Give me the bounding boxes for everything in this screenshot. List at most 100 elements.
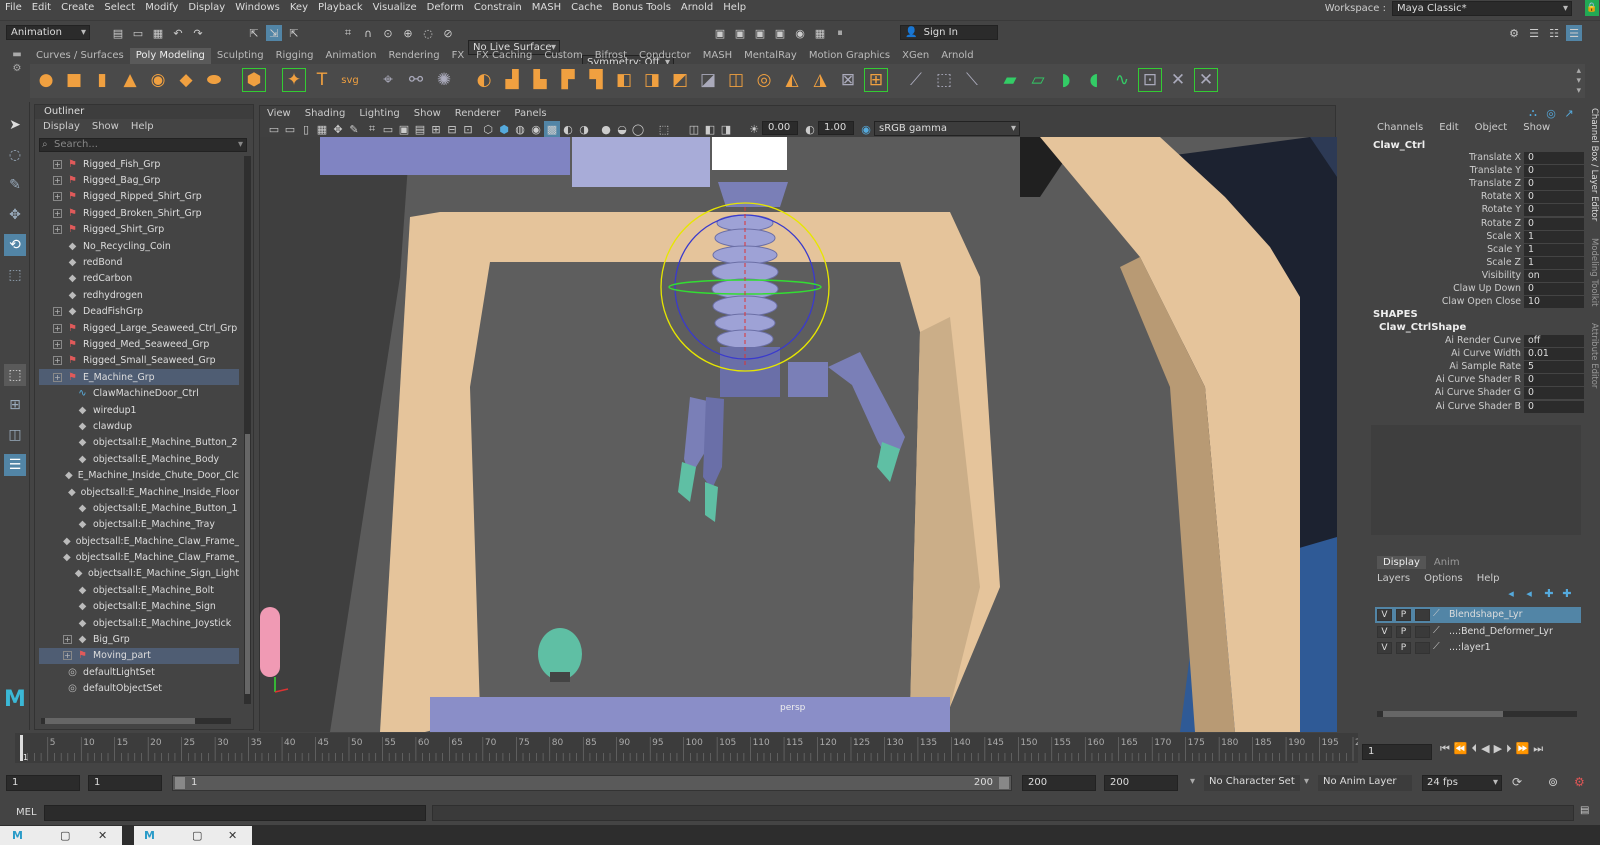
channel-row[interactable]: Translate X0 [1369, 152, 1587, 165]
play-forward-icon[interactable]: ▶ [1494, 742, 1502, 756]
hypershade-icon[interactable]: ◉ [792, 25, 808, 41]
outliner-item[interactable]: + ◆ Big_Grp [39, 631, 239, 647]
step-forward-frame-icon[interactable]: ⏵ [1506, 742, 1512, 756]
display-type-toggle[interactable] [1415, 642, 1430, 654]
preferences-icon[interactable]: ⚙ [1574, 775, 1585, 789]
pause-icon[interactable]: ⏸ [832, 25, 848, 41]
gamma-field[interactable]: 1.00 [818, 121, 854, 135]
shelf-tab-rigging[interactable]: Rigging [270, 48, 320, 64]
viewport-menu-lighting[interactable]: Lighting [359, 106, 399, 121]
expand-icon[interactable]: + [53, 323, 62, 333]
colorspace-dropdown[interactable]: sRGB gamma [874, 121, 1020, 136]
outliner-item[interactable]: ◆ E_Machine_Inside_Chute_Door_Clc [39, 467, 239, 483]
move-tool-icon[interactable]: ✥ [4, 204, 26, 226]
delete-edge-icon[interactable]: ✕ [1194, 68, 1218, 92]
outliner-item[interactable]: ◆ objectsall:E_Machine_Claw_Frame_ [39, 533, 239, 549]
layer-menu-help[interactable]: Help [1477, 573, 1500, 584]
shelf-tab-fx[interactable]: FX [446, 48, 471, 64]
select-hierarchy-icon[interactable]: ⇱ [246, 25, 262, 41]
outliner-vertical-scrollbar[interactable] [244, 156, 251, 704]
command-input[interactable] [44, 805, 426, 821]
scrollbar-thumb[interactable] [45, 718, 195, 724]
channel-value[interactable]: 1 [1524, 256, 1584, 269]
new-layer-icon[interactable]: ✚ [1541, 585, 1557, 601]
shelf-tab-custom[interactable]: Custom [538, 48, 588, 64]
anim-layer-field[interactable]: No Anim Layer [1318, 775, 1412, 791]
soft-select-icon[interactable]: ⬚ [932, 68, 956, 92]
fill-hole-icon[interactable]: ◨ [640, 68, 664, 92]
outliner-menu-display[interactable]: Display [43, 119, 80, 135]
side-tab[interactable]: Modeling Toolkit [1589, 238, 1599, 307]
channel-box-icon[interactable]: ☰ [1566, 25, 1582, 41]
outliner-item[interactable]: ◎ defaultObjectSet [39, 681, 239, 697]
display-type-toggle[interactable] [1415, 609, 1430, 621]
shelf-options-icon[interactable]: ▬ ⚙ [10, 48, 24, 96]
symmetry-icon[interactable]: ✕ [1166, 68, 1190, 92]
color-management-icon[interactable]: ◉ [858, 121, 874, 137]
shelf-tab-mash[interactable]: MASH [697, 48, 738, 64]
channel-row[interactable]: Ai Sample Rate 5 [1369, 361, 1587, 374]
mirror-icon[interactable]: ◧ [612, 68, 636, 92]
outliner-item[interactable]: + ⚑ Rigged_Ripped_Shirt_Grp [39, 189, 239, 205]
outliner-item[interactable]: ◆ objectsall:E_Machine_Tray [39, 517, 239, 533]
channel-menu-object[interactable]: Object [1475, 122, 1508, 133]
relax-icon[interactable]: ◖ [1082, 68, 1106, 92]
super-shape-icon[interactable]: ✦ [282, 68, 306, 92]
character-chevron-icon[interactable]: ▾ [1190, 776, 1195, 787]
smooth-icon[interactable]: ◐ [472, 68, 496, 92]
xray-active-icon[interactable]: ⬚ [656, 121, 672, 137]
retopo-icon[interactable]: ∿ [1110, 68, 1134, 92]
channel-value[interactable]: 0 [1524, 165, 1584, 178]
range-end-handle[interactable] [999, 777, 1009, 789]
open-scene-icon[interactable]: ▭ [130, 25, 146, 41]
lock-icon[interactable]: 🔒 [1585, 0, 1599, 16]
quad-draw-icon[interactable]: ▰ [998, 68, 1022, 92]
anim-layer-chevron-icon[interactable]: ▾ [1304, 776, 1309, 787]
camera-attr-icon[interactable]: ▭ [282, 121, 298, 137]
two-view-icon[interactable]: ◫ [4, 424, 26, 446]
snap-view-icon[interactable]: ⊕ [400, 25, 416, 41]
menu-key[interactable]: Key [285, 0, 313, 16]
boolean-icon[interactable]: ▜ [584, 68, 608, 92]
menu-bonus-tools[interactable]: Bonus Tools [607, 0, 676, 16]
shelf-tab-rendering[interactable]: Rendering [382, 48, 445, 64]
range-slider[interactable]: 1 200 [172, 775, 1012, 791]
menuset-dropdown[interactable]: Animation [6, 25, 90, 40]
exposure-icon[interactable]: ☀ [746, 121, 762, 137]
menu-modify[interactable]: Modify [140, 0, 183, 16]
lighting-icon[interactable]: ▩ [544, 121, 560, 137]
layer-scrollbar[interactable] [1377, 711, 1577, 717]
chevron-down-icon[interactable]: ▾ [238, 139, 243, 151]
outliner-item[interactable]: ◆ objectsall:E_Machine_Body [39, 451, 239, 467]
merge-icon[interactable]: ◩ [668, 68, 692, 92]
channel-value[interactable]: 1 [1524, 230, 1584, 243]
expand-icon[interactable]: + [53, 159, 62, 169]
gate-mask-icon[interactable]: ▤ [412, 121, 428, 137]
visibility-toggle[interactable]: V [1377, 625, 1392, 638]
menu-visualize[interactable]: Visualize [368, 0, 422, 16]
ambient-occlusion-icon[interactable]: ◑ [576, 121, 592, 137]
menu-deform[interactable]: Deform [422, 0, 469, 16]
outliner-item[interactable]: ◆ redCarbon [39, 271, 239, 287]
layer-color-icon[interactable]: ⟋ [1433, 641, 1440, 652]
poly-torus-icon[interactable]: ◉ [146, 68, 170, 92]
menu-help[interactable]: Help [718, 0, 751, 16]
outliner-horizontal-scrollbar[interactable] [41, 718, 231, 724]
playback-toggle[interactable]: P [1396, 642, 1411, 654]
wireframe-on-shaded-icon[interactable]: ◍ [512, 121, 528, 137]
channel-value[interactable]: 0 [1524, 178, 1584, 191]
poly-sphere-icon[interactable]: ● [34, 68, 58, 92]
channel-box-expand-icon[interactable]: ↗ [1561, 105, 1577, 121]
character-set-field[interactable]: No Character Set [1204, 775, 1300, 791]
outliner-item[interactable]: ◆ clawdup [39, 418, 239, 434]
channel-value[interactable]: 1 [1524, 243, 1584, 256]
time-slider[interactable]: 5 10 15 20 25 30 35 40 45 50 55 60 65 70 75 80 85 90 95 100… [15, 733, 1372, 763]
channel-row[interactable]: Scale Y1 [1369, 243, 1587, 257]
script-editor-icon[interactable]: ▤ [1580, 805, 1589, 816]
ipr-render-icon[interactable]: ▣ [752, 25, 768, 41]
measure-icon[interactable]: ⌖ [376, 68, 400, 92]
shelf-tab-fx-caching[interactable]: FX Caching [470, 48, 538, 64]
layer-tab-anim[interactable]: Anim [1428, 556, 1466, 569]
four-view-icon[interactable]: ⊞ [4, 394, 26, 416]
outliner-menu-help[interactable]: Help [131, 119, 154, 135]
